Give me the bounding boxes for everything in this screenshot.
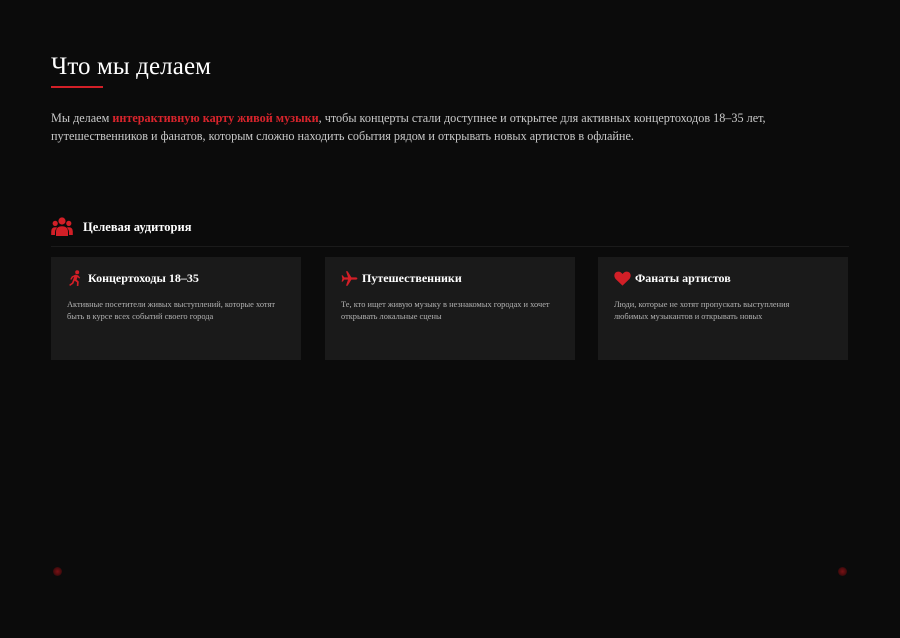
card-title: Фанаты артистов bbox=[635, 270, 731, 285]
audience-card-concertgoers: Концертоходы 18–35 Активные посетители ж… bbox=[51, 257, 301, 360]
card-text: Те, кто ищет живую музыку в незнакомых г… bbox=[341, 300, 550, 321]
audience-header: Целевая аудитория bbox=[51, 215, 191, 239]
audience-card-travelers: Путешественники Те, кто ищет живую музык… bbox=[325, 257, 575, 360]
audience-card-fans: Фанаты артистов Люди, которые не хотят п… bbox=[598, 257, 848, 360]
audience-cards: Концертоходы 18–35 Активные посетители ж… bbox=[51, 257, 849, 360]
decorative-dot-left bbox=[53, 567, 62, 576]
intro-text: Мы делаем интерактивную карту живой музы… bbox=[51, 109, 841, 145]
intro-text-before: Мы делаем bbox=[51, 111, 113, 125]
heart-icon bbox=[614, 270, 631, 287]
page-title: Что мы делаем bbox=[51, 53, 212, 80]
running-person-icon bbox=[67, 269, 84, 287]
title-underline bbox=[51, 86, 103, 88]
card-title: Концертоходы 18–35 bbox=[88, 270, 199, 285]
card-text: Активные посетители живых выступлений, к… bbox=[67, 300, 275, 321]
intro-highlight: интерактивную карту живой музыки bbox=[112, 111, 319, 125]
decorative-dot-right bbox=[838, 567, 847, 576]
card-text: Люди, которые не хотят пропускать выступ… bbox=[614, 300, 790, 321]
card-title: Путешественники bbox=[362, 270, 462, 285]
section-divider bbox=[51, 246, 849, 247]
users-icon bbox=[51, 216, 73, 238]
airplane-icon bbox=[341, 270, 358, 287]
audience-heading: Целевая аудитория bbox=[83, 219, 192, 234]
